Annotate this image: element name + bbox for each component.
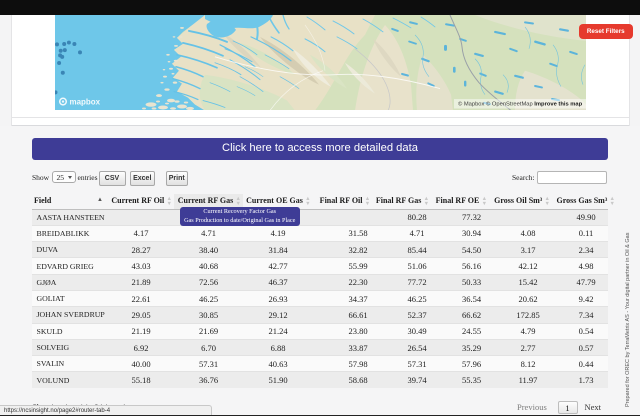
svg-text:© Mapbox © OpenStreetMap Impro: © Mapbox © OpenStreetMap Improve this ma… [458, 100, 583, 107]
svg-text:mapbox: mapbox [70, 97, 101, 106]
